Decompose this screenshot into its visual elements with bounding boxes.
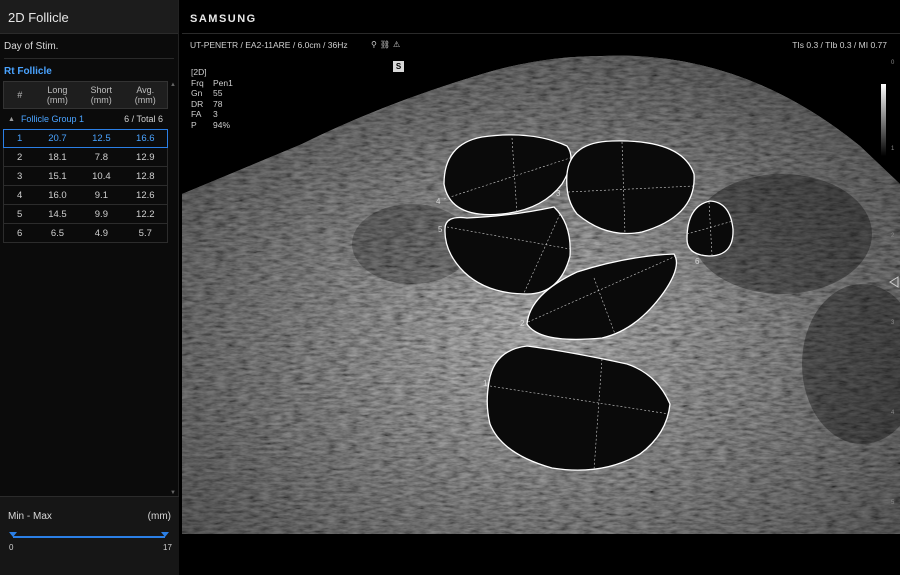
table-header: # Long (mm) Short (mm) Avg. (mm)	[3, 81, 168, 109]
range-slider-track[interactable]	[13, 536, 165, 538]
cell-avg: 12.9	[136, 151, 155, 163]
table-row[interactable]: 1 20.7 12.5 16.6	[3, 129, 168, 148]
depth-tick-3: 3	[891, 320, 895, 326]
follicle-label-4: 4	[436, 197, 441, 206]
parameter-value: 94%	[213, 119, 231, 130]
follicle-label-5: 5	[438, 225, 443, 234]
table-row[interactable]: 5 14.5 9.9 12.2	[3, 205, 168, 224]
table-row[interactable]: 6 6.5 4.9 5.7	[3, 224, 168, 243]
table-row[interactable]: 4 16.0 9.1 12.6	[3, 186, 168, 205]
cell-long: 18.1	[48, 151, 67, 163]
grayscale-bar	[881, 84, 886, 156]
mode-label: [2D]	[191, 67, 207, 77]
parameter-row: Frq Pen1	[191, 78, 233, 89]
side-label: Rt Follicle	[4, 66, 52, 77]
table-scrollbar[interactable]: ▲ ▼	[170, 82, 176, 496]
cell-n: 6	[17, 227, 23, 239]
parameter-row: P 94%	[191, 120, 233, 131]
follicle-panel: 2D Follicle Day of Stim. Rt Follicle # L…	[0, 0, 179, 575]
range-min-value: 0	[9, 543, 14, 552]
parameter-value: 55	[213, 88, 223, 98]
group-name: Follicle Group 1	[20, 114, 84, 124]
column-header-short: Short (mm)	[90, 85, 113, 105]
range-min-handle[interactable]	[9, 532, 17, 537]
cell-short: 9.9	[94, 208, 108, 220]
parameter-row: Gn 55	[191, 88, 233, 99]
follicle-label-6: 6	[695, 257, 700, 266]
depth-tick-0: 0	[891, 60, 895, 66]
scroll-up-icon[interactable]: ▲	[170, 82, 176, 88]
table-row[interactable]: 2 18.1 7.8 12.9	[3, 148, 168, 167]
column-header-avg: Avg. (mm)	[134, 85, 156, 105]
collapse-triangle-icon[interactable]: ▲	[8, 116, 15, 123]
range-max-handle[interactable]	[161, 532, 169, 537]
depth-tick-4: 4	[891, 410, 895, 416]
cell-long: 14.5	[48, 208, 67, 220]
column-header-index: #	[17, 90, 23, 100]
cell-long: 16.0	[48, 189, 67, 201]
group-count: 6 / Total 6	[124, 114, 163, 124]
follicle-label-2: 2	[520, 319, 525, 328]
table-row[interactable]: 3 15.1 10.4 12.8	[3, 167, 168, 186]
cell-short: 9.1	[94, 189, 108, 201]
range-max-value: 17	[163, 543, 172, 552]
range-filter: Min - Max (mm) 0 17	[0, 496, 179, 575]
cell-avg: 12.6	[136, 189, 155, 201]
cell-avg: 16.6	[136, 133, 155, 144]
parameter-key: P	[191, 119, 197, 130]
cell-long: 6.5	[50, 227, 65, 239]
cell-n: 3	[17, 170, 23, 182]
parameter-key: FA	[191, 109, 202, 119]
depth-tick-5: 5	[891, 500, 895, 506]
table-body: 1 20.7 12.5 16.6 2 18.1 7.8 12.9 3 15.1 10.4 12.8 4 1…	[3, 129, 168, 243]
parameter-key: Gn	[191, 88, 203, 98]
range-label: Min - Max	[8, 511, 52, 522]
depth-tick-2: 2	[891, 233, 895, 239]
cell-short: 4.9	[94, 227, 108, 239]
parameter-row: DR 78	[191, 99, 233, 110]
column-header-long: Long (mm)	[46, 85, 68, 105]
ultrasound-image[interactable]: 1 2 3 4 5 6	[182, 34, 900, 534]
cell-short: 7.8	[94, 151, 108, 163]
depth-tick-1: 1	[891, 146, 895, 152]
parameter-row: FA 3	[191, 109, 233, 120]
cell-long: 20.7	[48, 133, 67, 144]
parameter-list: Frq Pen1 Gn 55 DR 78 FA 3 P 94%	[191, 78, 233, 131]
follicle-group-row[interactable]: ▲ Follicle Group 1 6 / Total 6	[3, 109, 168, 129]
cell-avg: 12.8	[136, 170, 155, 182]
brand-logo: SAMSUNG	[190, 13, 257, 25]
cell-short: 10.4	[92, 170, 111, 182]
cell-n: 1	[17, 133, 23, 144]
cell-n: 5	[17, 208, 23, 220]
follicle-label-1: 1	[483, 379, 488, 388]
follicle-label-3: 3	[556, 189, 561, 198]
cell-avg: 12.2	[136, 208, 155, 220]
cell-avg: 5.7	[138, 227, 152, 239]
panel-title: 2D Follicle	[0, 0, 178, 34]
follicle-table: # Long (mm) Short (mm) Avg. (mm) ▲ Folli…	[3, 81, 168, 243]
range-unit: (mm)	[147, 511, 171, 522]
cell-n: 4	[17, 189, 23, 201]
parameter-value: 78	[213, 98, 223, 109]
cell-long: 15.1	[48, 170, 67, 182]
parameter-value: 3	[213, 109, 218, 119]
day-of-stim-label[interactable]: Day of Stim.	[0, 34, 178, 58]
cell-short: 12.5	[92, 133, 111, 144]
parameter-key: Frq	[191, 77, 204, 88]
parameter-key: DR	[191, 98, 204, 109]
parameter-value: Pen1	[213, 77, 233, 88]
imaging-parameters: [2D] Frq Pen1 Gn 55 DR 78 FA 3 P 94%	[191, 67, 233, 130]
scan-badge: S	[393, 61, 404, 72]
cell-n: 2	[17, 151, 23, 163]
